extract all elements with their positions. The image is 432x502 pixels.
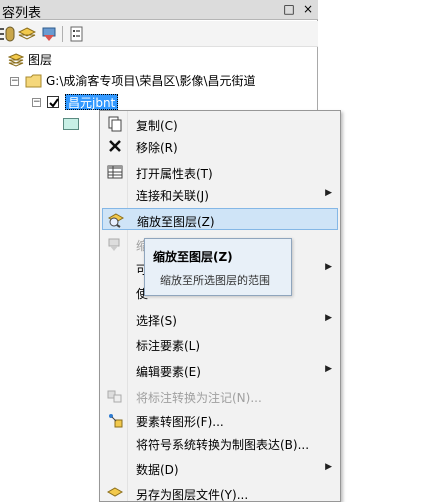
features-to-graphics-icon [107,412,123,428]
zoom-to-visible-scale-icon [107,236,123,252]
menu-item-save-as-layer-file[interactable]: 另存为图层文件(Y)... [102,482,338,502]
submenu-arrow-icon: ▶ [325,262,332,272]
menu-item-label: 标注要素(L) [136,339,201,353]
tooltip-title: 缩放至图层(Z) [153,250,233,264]
list-by-drawing-order-icon[interactable] [0,26,18,42]
layer-symbol-swatch[interactable] [63,118,79,130]
save-layer-file-icon [106,485,124,501]
toolbar-separator [62,26,63,42]
collapse-folder-icon[interactable]: − [10,77,19,86]
list-by-source-icon[interactable] [17,26,37,42]
layer-visibility-checkbox[interactable] [47,96,59,108]
collapse-layer-icon[interactable]: − [32,98,41,107]
restore-button[interactable]: □ [282,2,296,16]
menu-item-label: 连接和关联(J) [136,189,209,203]
menu-item-label: 另存为图层文件(Y)... [136,488,249,502]
folder-path-label: G:\成渝客专项目\荣昌区\影像\昌元街道 [46,74,256,88]
menu-item-label: 编辑要素(E) [136,365,201,379]
menu-item-selection[interactable]: 选择(S) ▶ [102,308,338,330]
menu-item-label: 选择(S) [136,314,177,328]
submenu-arrow-icon: ▶ [325,313,332,323]
menu-item-label: 移除(R) [136,141,178,155]
menu-item-joins-relates[interactable]: 连接和关联(J) ▶ [102,183,338,205]
menu-item-label: 复制(C) [136,119,178,133]
submenu-arrow-icon: ▶ [325,462,332,472]
tree-root-label: 图层 [28,53,53,67]
menu-item-zoom-to-layer[interactable]: 缩放至图层(Z) [102,208,338,230]
panel-titlebar: 容列表 □ × [0,0,318,21]
menu-item-features-to-graphics[interactable]: 要素转图形(F)... [102,409,338,431]
menu-item-label: 将符号系统转换为制图表达(B)... [136,438,310,452]
panel-title: 容列表 [2,6,42,21]
tooltip-description: 缩放至所选图层的范围 [160,274,270,287]
menu-item-convert-symbology-to-representation[interactable]: 将符号系统转换为制图表达(B)... [102,432,338,454]
menu-item-label-features[interactable]: 标注要素(L) [102,333,338,355]
copy-icon [107,116,123,132]
zoom-to-layer-icon [107,212,125,228]
menu-item-label: 将标注转换为注记(N)... [136,391,262,405]
layers-icon [7,53,25,67]
options-icon[interactable] [68,26,86,42]
folder-icon [25,74,43,88]
layer-name-label[interactable]: 昌元jbnt [65,94,119,110]
submenu-arrow-icon: ▶ [325,188,332,198]
menu-item-label: 缩放至图层(Z) [137,215,215,229]
list-by-visibility-icon[interactable] [40,26,58,42]
convert-labels-icon [107,388,123,404]
menu-item-remove[interactable]: 移除(R) [102,135,338,157]
close-button[interactable]: × [301,2,315,16]
toc-toolbar [0,21,318,47]
zoom-to-layer-tooltip: 缩放至图层(Z) 缩放至所选图层的范围 [144,238,292,296]
menu-item-copy[interactable]: 复制(C) [102,113,338,135]
menu-item-open-attribute-table[interactable]: 打开属性表(T) [102,161,338,183]
menu-item-data[interactable]: 数据(D) ▶ [102,457,338,479]
menu-item-convert-labels-to-annotation[interactable]: 将标注转换为注记(N)... [102,385,338,407]
menu-item-label: 要素转图形(F)... [136,415,224,429]
submenu-arrow-icon: ▶ [325,364,332,374]
remove-icon [107,138,123,154]
attribute-table-icon [107,164,123,180]
tree-folder-row[interactable]: − G:\成渝客专项目\荣昌区\影像\昌元街道 [10,72,316,90]
menu-item-label: 数据(D) [136,463,179,477]
menu-item-label: 打开属性表(T) [136,167,213,181]
layer-context-menu: 复制(C) 移除(R) 打开属性表(T) 连接和关联(J) ▶ 缩放至图层(Z)… [99,110,341,502]
menu-item-edit-features[interactable]: 编辑要素(E) ▶ [102,359,338,381]
